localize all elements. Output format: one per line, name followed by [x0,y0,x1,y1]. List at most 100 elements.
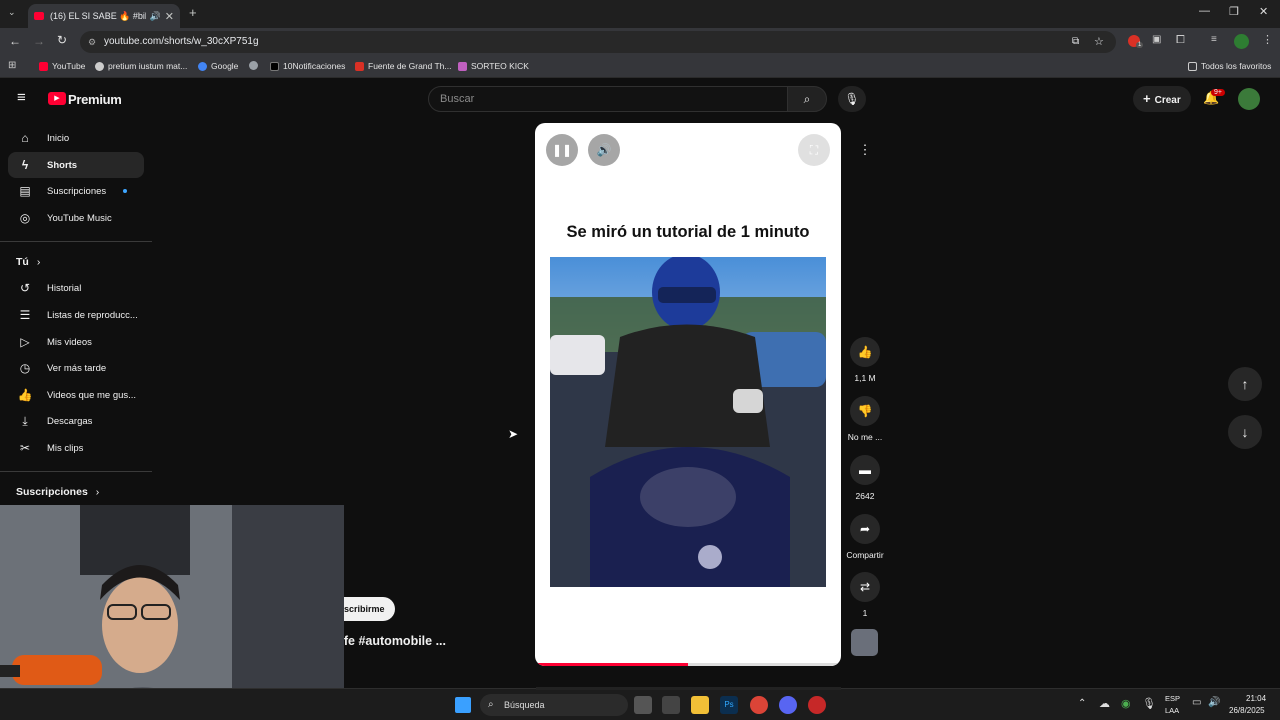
create-button[interactable]: + Crear [1133,86,1191,112]
next-short-button[interactable]: ↓ [1228,415,1262,449]
sidebar-item-mis-videos[interactable]: ▷ Mis videos [8,329,144,355]
search-button[interactable]: ⌕ [787,86,827,112]
sidebar-divider [0,241,152,242]
globe-icon [249,61,258,70]
install-app-icon[interactable]: ⧉ [1072,31,1079,53]
app-icon[interactable] [662,696,680,714]
volume-tray-icon[interactable]: 🔊 [1208,697,1220,708]
voice-search-button[interactable]: 🎙 [838,86,866,112]
window-restore-icon[interactable]: ❐ [1229,5,1239,18]
previous-short-button[interactable]: ↑ [1228,367,1262,401]
chrome-icon[interactable] [750,696,768,714]
task-view-icon[interactable] [634,696,652,714]
browser-menu-icon[interactable]: ⋮ [1262,33,1273,46]
dislike-button[interactable]: 👎 No me ... [840,396,890,442]
like-button[interactable]: 👍 1,1 M [840,337,890,383]
discord-icon[interactable] [779,696,797,714]
you-heading[interactable]: Tú › [16,256,40,268]
font-icon [355,61,364,71]
profile-avatar[interactable] [1234,34,1249,49]
site-info-icon[interactable]: ⚙ [88,31,96,53]
photoshop-icon[interactable]: Ps [720,696,738,714]
comments-button[interactable]: ▬ 2642 [840,455,890,501]
volume-button[interactable]: 🔊 [588,134,620,166]
logo-text[interactable]: Premium [68,92,122,107]
video-frame [550,257,826,587]
window-close-icon[interactable]: ✕ [1259,5,1268,18]
bookmark-youtube[interactable]: YouTube [39,61,85,71]
sidebar-item-suscripciones[interactable]: ▤ Suscripciones [8,178,144,204]
notifications-badge: 9+ [1211,89,1225,96]
extension-2-icon[interactable]: ▣ [1152,34,1161,45]
sidebar-item-descargas[interactable]: ⤓ Descargas [8,408,144,434]
language-top[interactable]: ESP [1165,694,1180,703]
menu-hamburger-icon[interactable]: ≡ [17,89,26,106]
security-icon[interactable]: ◉ [1121,697,1131,710]
account-avatar[interactable] [1238,88,1260,110]
extensions-puzzle-icon[interactable]: ⧠ [1176,34,1185,47]
search-input[interactable]: Buscar [428,86,788,112]
forward-icon[interactable]: → [33,34,45,48]
fullscreen-button[interactable]: ⛶ [798,134,830,166]
bookmark-star-icon[interactable]: ☆ [1094,31,1104,53]
bookmark-pretium[interactable]: pretium iustum mat... [95,61,187,71]
all-bookmarks-folder[interactable]: Todos los favoritos [1188,61,1271,71]
reload-icon[interactable]: ↻ [57,33,67,47]
window-minimize-icon[interactable]: — [1199,5,1210,17]
bookmark-x-notificaciones[interactable]: 10Notificaciones [270,61,345,71]
pause-button[interactable]: ❚❚ [546,134,578,166]
app-red-icon[interactable] [808,696,826,714]
back-icon[interactable]: ← [9,34,21,48]
video-progress-fill [535,663,688,666]
bookmark-sorteo-kick[interactable]: SORTEO KICK [458,61,529,71]
tab-list-icon[interactable]: ⌄ [8,7,16,18]
sidebar-item-ver-mas-tarde[interactable]: ◷ Ver más tarde [8,355,144,381]
remix-button[interactable]: ⇄ 1 [840,572,890,618]
sidebar-item-inicio[interactable]: ⌂ Inicio [8,125,144,151]
sidebar-item-videos-me-gustan[interactable]: 👍 Videos que me gus... [8,382,144,408]
mic-tray-icon[interactable]: 🎙 [1142,697,1156,710]
file-explorer-icon[interactable] [691,696,709,714]
network-icon[interactable]: ▭ [1192,697,1201,708]
sound-thumbnail[interactable] [851,629,878,656]
tab-close-icon[interactable]: ✕ [165,10,174,23]
bookmark-globe[interactable] [249,61,262,70]
bookmark-fuente-gta[interactable]: Fuente de Grand Th... [355,61,451,71]
browser-tab-active[interactable]: (16) EL SI SABE 🔥 #bikers # 🔊 ✕ [28,4,180,28]
liked-icon: 👍 [17,388,33,402]
more-options-icon[interactable]: ⋮ [850,135,880,165]
short-title[interactable]: elife #automobile ... [330,634,446,648]
tab-audio-icon[interactable]: 🔊 [150,11,161,22]
subscriptions-heading[interactable]: Suscripciones › [16,486,99,498]
clock-time[interactable]: 21:04 [1246,694,1266,703]
clips-icon: ✂ [19,441,31,455]
taskbar-search-bar[interactable] [536,687,841,690]
new-tab-icon[interactable]: + [189,5,197,20]
media-controls-icon[interactable]: ≡ [1211,34,1217,45]
browser-tab-strip: ⌄ (16) EL SI SABE 🔥 #bikers # 🔊 ✕ + — ❐ … [0,0,1280,28]
chevron-up-icon[interactable]: ⌃ [1078,698,1086,709]
share-button[interactable]: ➦ Compartir [840,514,890,560]
clock-date[interactable]: 26/8/2025 [1229,706,1265,715]
sidebar-item-historial[interactable]: ↺ Historial [8,275,144,301]
google-icon [198,61,207,71]
sidebar-item-listas[interactable]: ☰ Listas de reproducc... [8,302,144,328]
onedrive-icon[interactable]: ☁ [1099,697,1110,710]
bookmark-google[interactable]: Google [198,61,238,71]
plus-icon: + [1143,91,1151,106]
arrow-up-icon: ↑ [1241,376,1249,392]
sidebar-item-youtube-music[interactable]: ◎ YouTube Music [8,205,144,231]
taskbar-search[interactable]: ⌕ Búsqueda [480,694,628,716]
new-content-dot [123,189,128,193]
sidebar-item-mis-clips[interactable]: ✂ Mis clips [8,435,144,461]
youtube-logo-icon[interactable]: ▶ [48,92,66,105]
windows-start-icon[interactable] [455,697,471,713]
sidebar-item-shorts[interactable]: ϟ Shorts [8,152,144,178]
language-bottom[interactable]: LAA [1165,706,1179,715]
video-progress-bar[interactable] [535,663,841,666]
address-bar[interactable]: ⚙ youtube.com/shorts/w_30cXP751g ⧉ ☆ [80,31,1116,53]
tab-title: (16) EL SI SABE 🔥 #bikers # [50,10,146,21]
pause-icon: ❚❚ [551,143,573,157]
shorts-player[interactable]: ❚❚ 🔊 ⛶ Se miró un tutorial de 1 minuto [535,123,841,666]
apps-grid-icon[interactable]: ⊞ [8,60,16,71]
